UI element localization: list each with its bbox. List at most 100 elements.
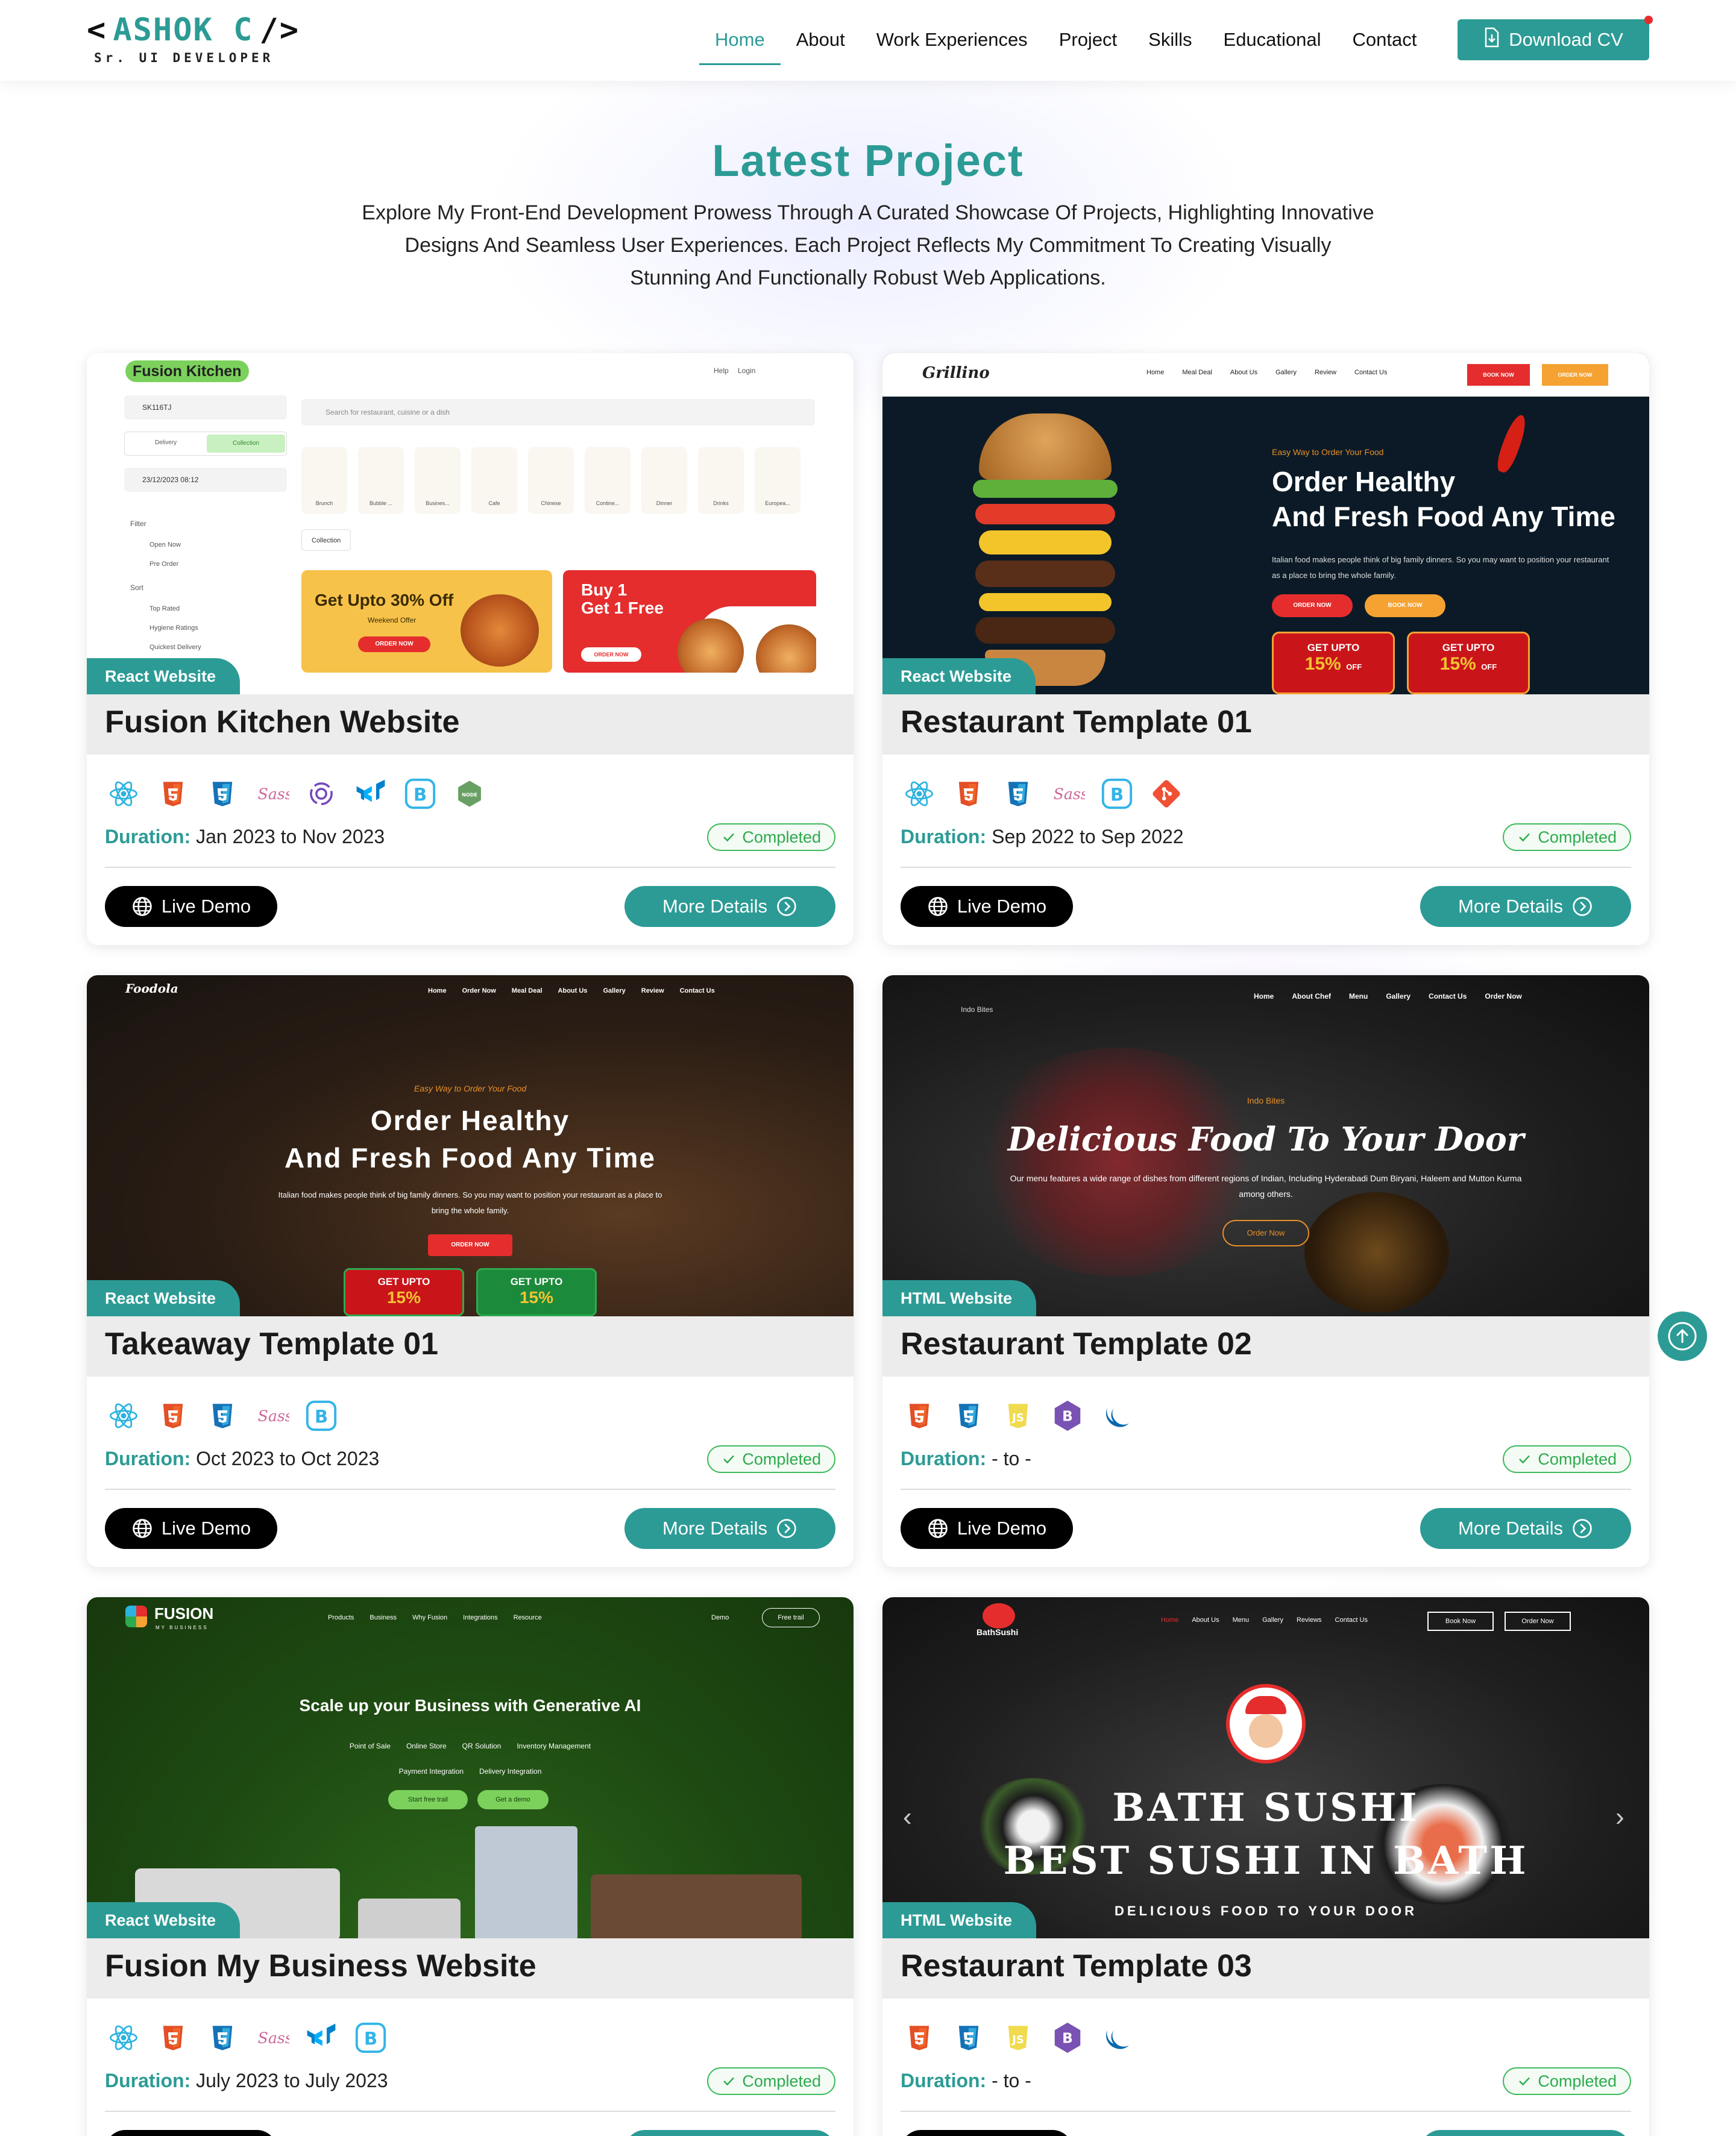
thumb-promo-2-title: Buy 1 Get 1 Free (581, 580, 664, 617)
pizza-image (461, 594, 539, 667)
status-badge: Completed (1503, 1445, 1631, 1473)
carousel-next-icon[interactable]: › (1615, 1802, 1624, 1832)
nav-educational[interactable]: Educational (1208, 27, 1337, 65)
thumb-brand: Foodola (125, 981, 178, 996)
project-thumbnail[interactable]: BathSushi Home About Us Menu Gallery Rev… (882, 1597, 1649, 1938)
duration-value: Sep 2022 to Sep 2022 (992, 826, 1184, 847)
thumb-eyebrow: Indo Bites (1247, 1096, 1285, 1105)
nav-skills[interactable]: Skills (1133, 27, 1207, 65)
tech-stack (105, 1397, 340, 1434)
project-type-badge: React Website (87, 1902, 241, 1938)
live-demo-button[interactable]: Live Demo (901, 2130, 1073, 2136)
live-demo-button[interactable]: Live Demo (105, 886, 277, 927)
duration-label: Duration: (901, 2070, 987, 2091)
more-details-button[interactable]: More Details (1420, 2130, 1631, 2136)
project-card: FUSION MY BUSINESS Products Business Why… (87, 1597, 854, 2136)
thumb-offer-off: OFF (1346, 662, 1362, 671)
thumb-link: Home (1254, 992, 1274, 1000)
duration-label: Duration: (901, 1448, 987, 1469)
thumb-sort-item: Quickest Delivery (149, 644, 201, 651)
nav-about[interactable]: About (781, 27, 861, 65)
scroll-to-top-button[interactable] (1658, 1311, 1707, 1361)
project-thumbnail[interactable]: Grillino Home Meal Deal About Us Gallery… (882, 353, 1649, 694)
live-demo-button[interactable]: Live Demo (901, 886, 1073, 927)
thumb-link: Review (641, 987, 664, 994)
project-title: Fusion My Business Website (105, 1949, 536, 1984)
thumb-promo-2-button: ORDER NOW (581, 647, 641, 662)
project-thumbnail[interactable]: Indo Bites Home About Chef Menu Gallery … (882, 975, 1649, 1316)
bootstrap-icon (401, 775, 439, 812)
more-details-button[interactable]: More Details (624, 886, 835, 927)
project-type-badge: React Website (87, 658, 241, 694)
thumb-headline: Scale up your Business with Generative A… (299, 1696, 641, 1715)
more-details-button[interactable]: More Details (1420, 1508, 1631, 1549)
carousel-prev-icon[interactable]: ‹ (903, 1802, 912, 1832)
thumb-offer-pct: 15% OFF (1274, 654, 1393, 674)
project-duration: Duration: July 2023 to July 2023 (105, 2070, 388, 2092)
tech-stack (105, 2019, 389, 2056)
thumb-brand: Fusion Kitchen (125, 360, 249, 382)
thumb-nav-links: Home Meal Deal About Us Gallery Review C… (1146, 369, 1387, 376)
status-label: Completed (1538, 1450, 1617, 1468)
project-title: Takeaway Template 01 (105, 1327, 439, 1362)
live-demo-button[interactable]: Live Demo (105, 2130, 277, 2136)
html5-icon (154, 775, 192, 812)
tech-stack (901, 2019, 1136, 2056)
project-thumbnail[interactable]: Fusion Kitchen Help Login SK116TJ Delive… (87, 353, 854, 694)
react-icon (105, 1397, 142, 1434)
status-badge: Completed (1503, 2067, 1631, 2095)
thumb-link: Gallery (603, 987, 626, 994)
section-description: Explore My Front-End Development Prowess… (362, 201, 1374, 289)
more-details-button[interactable]: More Details (624, 1508, 835, 1549)
bootstrap-icon (1049, 1397, 1086, 1434)
more-details-button[interactable]: More Details (1420, 886, 1631, 927)
css3-icon (950, 2019, 987, 2056)
food-image (967, 1048, 1268, 1277)
thumb-feature: Delivery Integration (479, 1767, 542, 1776)
project-thumbnail[interactable]: FUSION MY BUSINESS Products Business Why… (87, 1597, 854, 1938)
status-label: Completed (1538, 828, 1617, 846)
project-title: Fusion Kitchen Website (105, 705, 460, 740)
thumb-offer-pct: 15% (386, 1288, 421, 1307)
project-thumbnail[interactable]: Foodola Home Order Now Meal Deal About U… (87, 975, 854, 1316)
nav-work-experiences[interactable]: Work Experiences (861, 27, 1043, 65)
html5-icon (901, 2019, 938, 2056)
thumb-link: Resource (513, 1614, 542, 1621)
check-icon (1517, 830, 1532, 844)
arrow-right-circle-icon (1571, 1518, 1593, 1539)
react-icon (105, 2019, 142, 2056)
more-details-button[interactable]: More Details (624, 2130, 835, 2136)
globe-icon (131, 1518, 153, 1539)
thumb-offer-card: GET UPTO 15% (476, 1268, 597, 1316)
divider (901, 1489, 1631, 1490)
mui-icon (352, 775, 389, 812)
nav-contact[interactable]: Contact (1337, 27, 1433, 65)
status-label: Completed (1538, 2072, 1617, 2090)
divider (105, 2111, 835, 2112)
project-duration: Duration: Jan 2023 to Nov 2023 (105, 826, 385, 848)
thumb-offer-pct: 15% OFF (1409, 654, 1528, 674)
git-icon (1148, 775, 1185, 812)
live-demo-label: Live Demo (161, 1518, 251, 1539)
nav-project[interactable]: Project (1043, 27, 1133, 65)
jquery-icon (1098, 2019, 1136, 2056)
thumb-cta-demo: Get a demo (477, 1790, 549, 1809)
live-demo-button[interactable]: Live Demo (901, 1508, 1073, 1549)
live-demo-label: Live Demo (957, 1518, 1047, 1539)
food-image (1304, 1192, 1449, 1313)
live-demo-button[interactable]: Live Demo (105, 1508, 277, 1549)
divider (901, 2111, 1631, 2112)
thumb-sort-item: Top Rated (149, 605, 180, 612)
thumb-cta-trial: Start free trail (388, 1790, 468, 1809)
tech-stack (901, 775, 1185, 812)
thumb-offer-off: OFF (1481, 662, 1497, 671)
status-label: Completed (742, 1450, 821, 1468)
tech-stack (901, 1397, 1136, 1434)
thumb-order-cta: ORDER NOW (1272, 594, 1353, 617)
nav-home[interactable]: Home (699, 27, 781, 65)
download-cv-button[interactable]: Download CV (1458, 16, 1653, 60)
main-nav: Home About Work Experiences Project Skil… (699, 27, 1432, 65)
logo[interactable]: < ASHOK C /> Sr. UI DEVELOPER (87, 12, 300, 65)
thumb-category: Busines... (415, 447, 461, 514)
status-label: Completed (742, 2072, 821, 2090)
